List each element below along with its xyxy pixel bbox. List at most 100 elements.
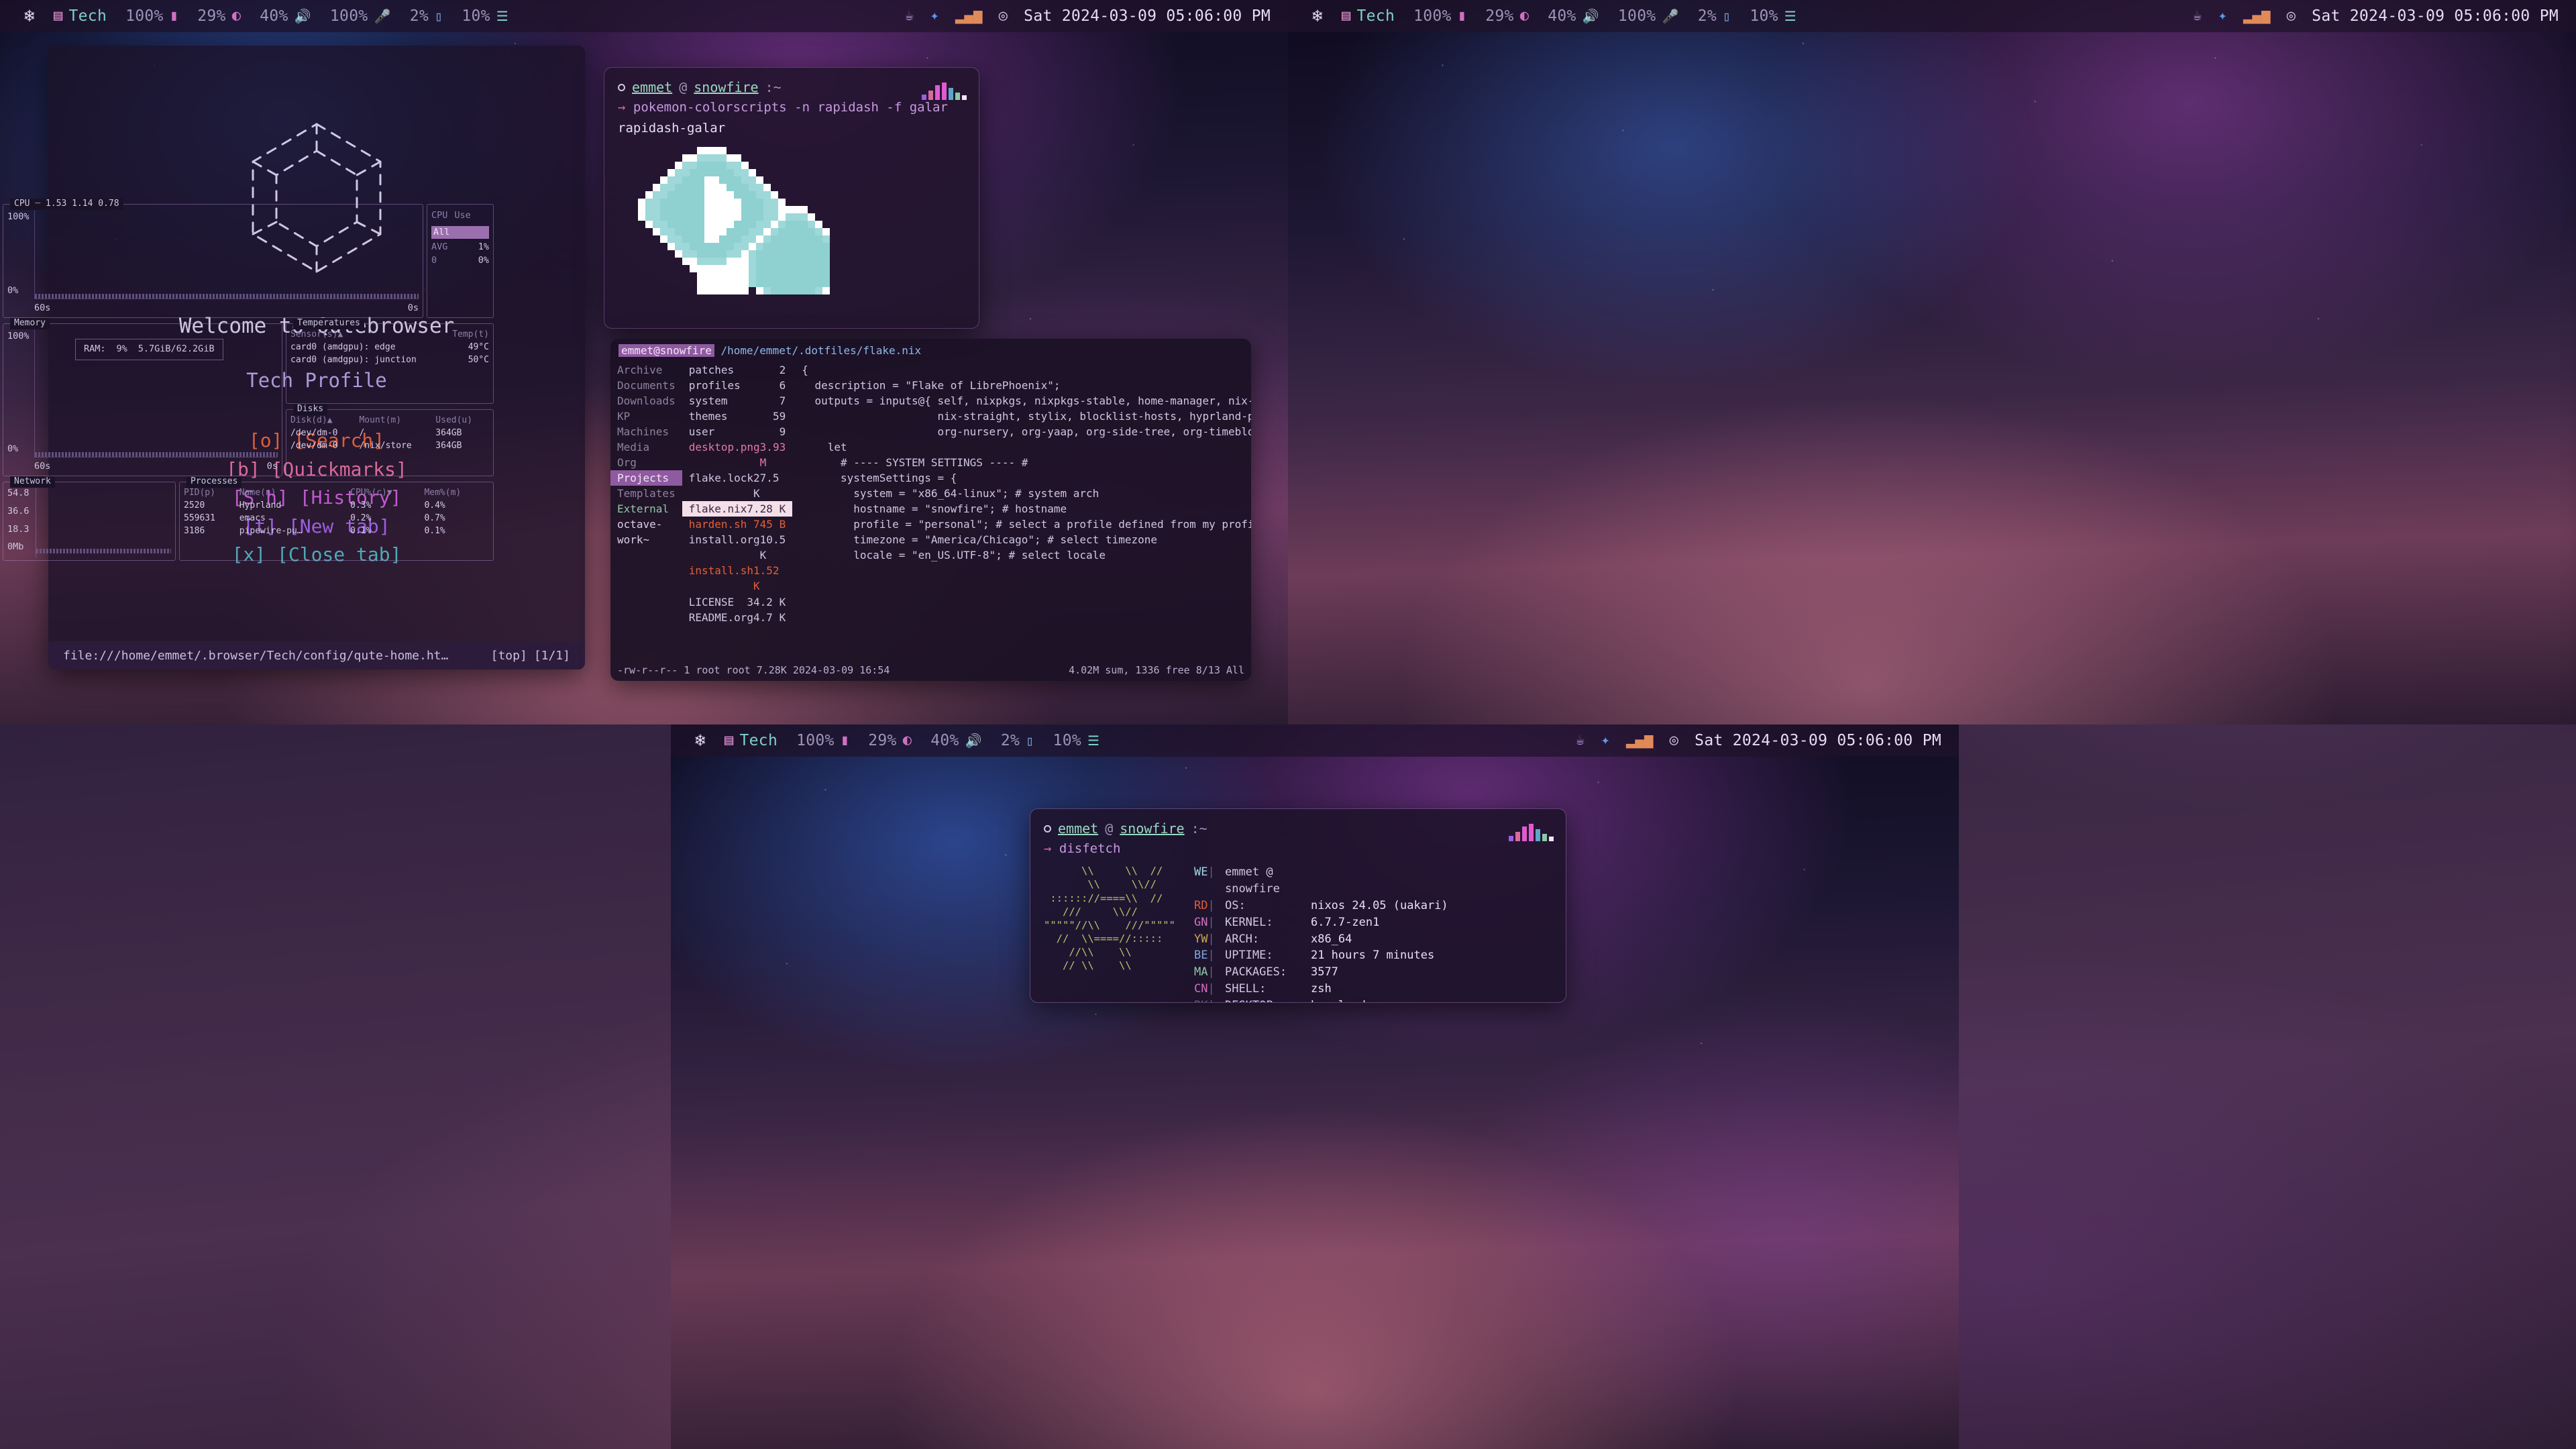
volume-icon: 🔊 xyxy=(965,733,982,749)
microphone-module[interactable]: 100% 🎤 xyxy=(1609,7,1688,25)
list-item[interactable]: External xyxy=(610,501,682,517)
coffee-icon[interactable]: ☕ xyxy=(1576,733,1585,748)
temperatures-panel: Temperatures Sensor(s)▲ Temp(t) card0 (a… xyxy=(286,318,494,404)
ranger-current-column[interactable]: patches 2 profiles 6 system 7 themes 59 user 9 des… xyxy=(682,362,793,625)
clock-right[interactable]: Sat 2024-03-09 05:06:00 PM xyxy=(2312,7,2559,25)
brightness-module[interactable]: 29% ◐ xyxy=(1476,7,1538,25)
list-item[interactable]: Archive xyxy=(610,362,682,378)
microphone-icon: 🎤 xyxy=(374,8,391,24)
microphone-module[interactable]: 100% 🎤 xyxy=(321,7,400,25)
list-item[interactable]: themes 59 xyxy=(682,409,793,424)
battery-module[interactable]: 100% ▮ xyxy=(116,7,188,25)
proc-col-cpu[interactable]: CPU%(c)▼ xyxy=(350,488,424,499)
list-item-label: Projects xyxy=(617,472,669,485)
list-item[interactable]: LICENSE 34.2 K xyxy=(682,594,793,610)
battery-value: 100% xyxy=(796,732,835,749)
list-item[interactable]: README.org 4.7 K xyxy=(682,610,793,625)
brightness-module[interactable]: 29% ◐ xyxy=(859,732,921,749)
wifi-icon[interactable]: ▂▄▆ xyxy=(955,9,983,23)
memory-module[interactable]: 2% ▯ xyxy=(1688,7,1741,25)
cpu-use-col1: CPU xyxy=(431,210,448,221)
list-item[interactable]: flake.lock 27.5 K xyxy=(682,470,793,501)
nixos-ascii-art: \\ \\ // \\ \\// :::::://====\\ // /// \… xyxy=(1044,865,1175,972)
disk-col-disk[interactable]: Disk(d)▲ xyxy=(290,415,359,427)
record-icon[interactable]: ◎ xyxy=(2287,9,2296,23)
memory-module[interactable]: 2% ▯ xyxy=(400,7,453,25)
list-item[interactable]: Documents xyxy=(610,378,682,393)
workspace-module[interactable]: ▤ Tech xyxy=(715,732,787,749)
clock-left[interactable]: Sat 2024-03-09 05:06:00 PM xyxy=(1024,7,1271,25)
proc-col-pid[interactable]: PID(p) xyxy=(184,488,239,499)
memory-module[interactable]: 2% ▯ xyxy=(991,732,1044,749)
status-bar-bottom[interactable]: ❄ ▤ Tech 100% ▮ 29% ◐ 40% 🔊 2% ▯ 10% ☰ ☕… xyxy=(671,724,1959,757)
cpu-avg-label: AVG xyxy=(431,241,448,253)
list-item[interactable]: Templates xyxy=(610,486,682,501)
temp-col-temp[interactable]: Temp(t) xyxy=(444,329,489,341)
nixos-snowflake-icon[interactable]: ❄ xyxy=(686,732,715,749)
list-item[interactable]: octave-work~ xyxy=(610,517,682,547)
list-item[interactable]: KP xyxy=(610,409,682,424)
wifi-icon[interactable]: ▂▄▆ xyxy=(2243,9,2271,23)
volume-module[interactable]: 40% 🔊 xyxy=(1538,7,1609,25)
brightness-module[interactable]: 29% ◐ xyxy=(188,7,250,25)
coffee-icon[interactable]: ☕ xyxy=(905,9,914,23)
disks-panel-label: Disks xyxy=(293,404,328,415)
list-item[interactable]: user 9 xyxy=(682,424,793,439)
disk-col-mount[interactable]: Mount(m) xyxy=(359,415,435,427)
memory-ymin: 0% xyxy=(7,443,19,455)
volume-module[interactable]: 40% 🔊 xyxy=(250,7,321,25)
file-size: 2 xyxy=(779,364,786,377)
list-item[interactable]: profiles 6 xyxy=(682,378,793,393)
list-item[interactable]: system 7 xyxy=(682,393,793,409)
list-item[interactable]: install.sh 1.52 K xyxy=(682,563,793,594)
list-item[interactable]: Machines xyxy=(610,424,682,439)
ranger-parent-column[interactable]: Archive Documents Downloads KP Machines Media… xyxy=(610,362,682,625)
bluetooth-icon[interactable]: ✦ xyxy=(1601,733,1610,748)
nixos-snowflake-icon[interactable]: ❄ xyxy=(1303,7,1332,25)
bluetooth-icon[interactable]: ✦ xyxy=(930,9,939,23)
list-item[interactable]: install.org 10.5 K xyxy=(682,532,793,563)
coffee-icon[interactable]: ☕ xyxy=(2193,9,2202,23)
cpu-panel-label: CPU ─ 1.53 1.14 0.78 xyxy=(10,199,123,210)
clock-bottom[interactable]: Sat 2024-03-09 05:06:00 PM xyxy=(1695,732,1941,749)
cpu-module[interactable]: 10% ☰ xyxy=(1740,7,1806,25)
list-item[interactable]: Projects xyxy=(610,470,682,486)
status-bar-right[interactable]: ❄ ▤ Tech 100% ▮ 29% ◐ 40% 🔊 100% 🎤 2% ▯ … xyxy=(1288,0,2576,32)
list-item[interactable]: patches 2 xyxy=(682,362,793,378)
cpu-module[interactable]: 10% ☰ xyxy=(452,7,518,25)
btop-system-monitor[interactable]: CPU ─ 1.53 1.14 0.78 100% 0% 60s 0s CPU … xyxy=(0,199,496,564)
cpu-module[interactable]: 10% ☰ xyxy=(1044,732,1110,749)
wifi-icon[interactable]: ▂▄▆ xyxy=(1626,733,1654,748)
proc-col-name[interactable]: Name(n) xyxy=(239,488,350,499)
color-code: RD| xyxy=(1193,898,1215,912)
disk-col-used[interactable]: Used(u) xyxy=(435,415,489,427)
fastfetch-row: BK|DESKTOP:hyprland xyxy=(1194,998,1448,1002)
temp-col-sensor[interactable]: Sensor(s)▲ xyxy=(290,329,444,341)
file-size: 34.2 K xyxy=(747,595,786,608)
list-item[interactable]: desktop.png 3.93 M xyxy=(682,439,793,470)
workspace-module[interactable]: ▤ Tech xyxy=(1332,7,1404,25)
workspace-module[interactable]: ▤ Tech xyxy=(44,7,116,25)
status-scroll: [top] xyxy=(490,648,527,663)
record-icon[interactable]: ◎ xyxy=(999,9,1008,23)
bluetooth-icon[interactable]: ✦ xyxy=(2218,9,2227,23)
list-item[interactable]: Media xyxy=(610,439,682,455)
cpu-value: 10% xyxy=(1750,7,1778,25)
list-item[interactable]: flake.nix 7.28 K xyxy=(682,501,793,517)
list-item[interactable]: harden.sh 745 B xyxy=(682,517,793,532)
cpu-use-all-row[interactable]: All xyxy=(431,225,489,239)
pokemon-terminal-window[interactable]: emmet @ snowfire:~ → pokemon-colorscripts … xyxy=(604,67,979,329)
proc-col-mem[interactable]: Mem%(m) xyxy=(424,488,489,499)
cpu-use-avg-row: AVG 1% xyxy=(431,241,489,254)
fastfetch-key: OS: xyxy=(1224,898,1246,912)
fastfetch-terminal-window[interactable]: emmet @ snowfire:~ → disfetch \\ \\ // \\ … xyxy=(1030,808,1566,1003)
record-icon[interactable]: ◎ xyxy=(1670,733,1679,748)
list-item[interactable]: Org xyxy=(610,455,682,470)
battery-module[interactable]: 100% ▮ xyxy=(1404,7,1476,25)
volume-module[interactable]: 40% 🔊 xyxy=(921,732,991,749)
nixos-snowflake-icon[interactable]: ❄ xyxy=(15,7,44,25)
battery-module[interactable]: 100% ▮ xyxy=(787,732,859,749)
ranger-file-manager[interactable]: emmet@snowfire /home/emmet/.dotfiles/fla… xyxy=(610,339,1251,681)
list-item[interactable]: Downloads xyxy=(610,393,682,409)
status-bar-left[interactable]: ❄ ▤ Tech 100% ▮ 29% ◐ 40% 🔊 100% 🎤 2% ▯ … xyxy=(0,0,1288,32)
